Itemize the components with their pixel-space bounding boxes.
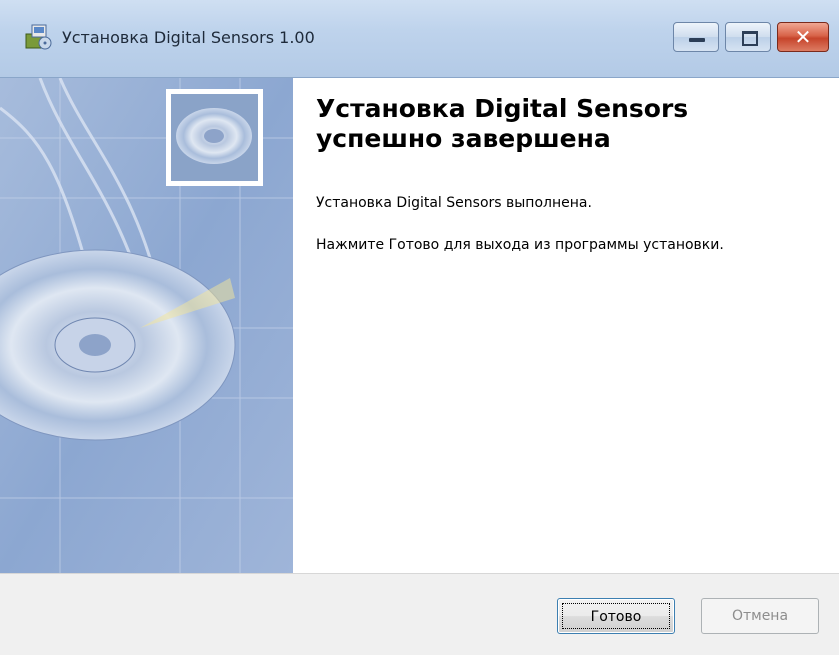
close-icon: ✕ <box>794 25 812 49</box>
exit-instruction: Нажмите Готово для выхода из программы у… <box>316 237 724 253</box>
finish-button[interactable]: Готово <box>557 598 675 634</box>
close-button[interactable]: ✕ <box>777 22 829 52</box>
cancel-button[interactable]: Отмена <box>701 598 819 634</box>
minimize-button[interactable] <box>673 22 719 52</box>
finish-button-label: Готово <box>562 603 670 629</box>
installer-window: Установка Digital Sensors 1.00 ✕ Установ… <box>0 0 839 655</box>
wizard-footer: Готово Отмена <box>0 573 839 655</box>
caption-buttons: ✕ <box>673 22 829 52</box>
installer-icon <box>23 22 53 52</box>
title-bar[interactable]: Установка Digital Sensors 1.00 ✕ <box>0 0 839 78</box>
maximize-icon <box>742 31 758 46</box>
minimize-icon <box>689 38 705 42</box>
window-title: Установка Digital Sensors 1.00 <box>62 28 315 47</box>
page-title: Установка Digital Sensors успешно заверш… <box>316 94 689 153</box>
wizard-sidebar-image <box>0 78 293 573</box>
maximize-button[interactable] <box>725 22 771 52</box>
completion-message: Установка Digital Sensors выполнена. <box>316 195 592 211</box>
